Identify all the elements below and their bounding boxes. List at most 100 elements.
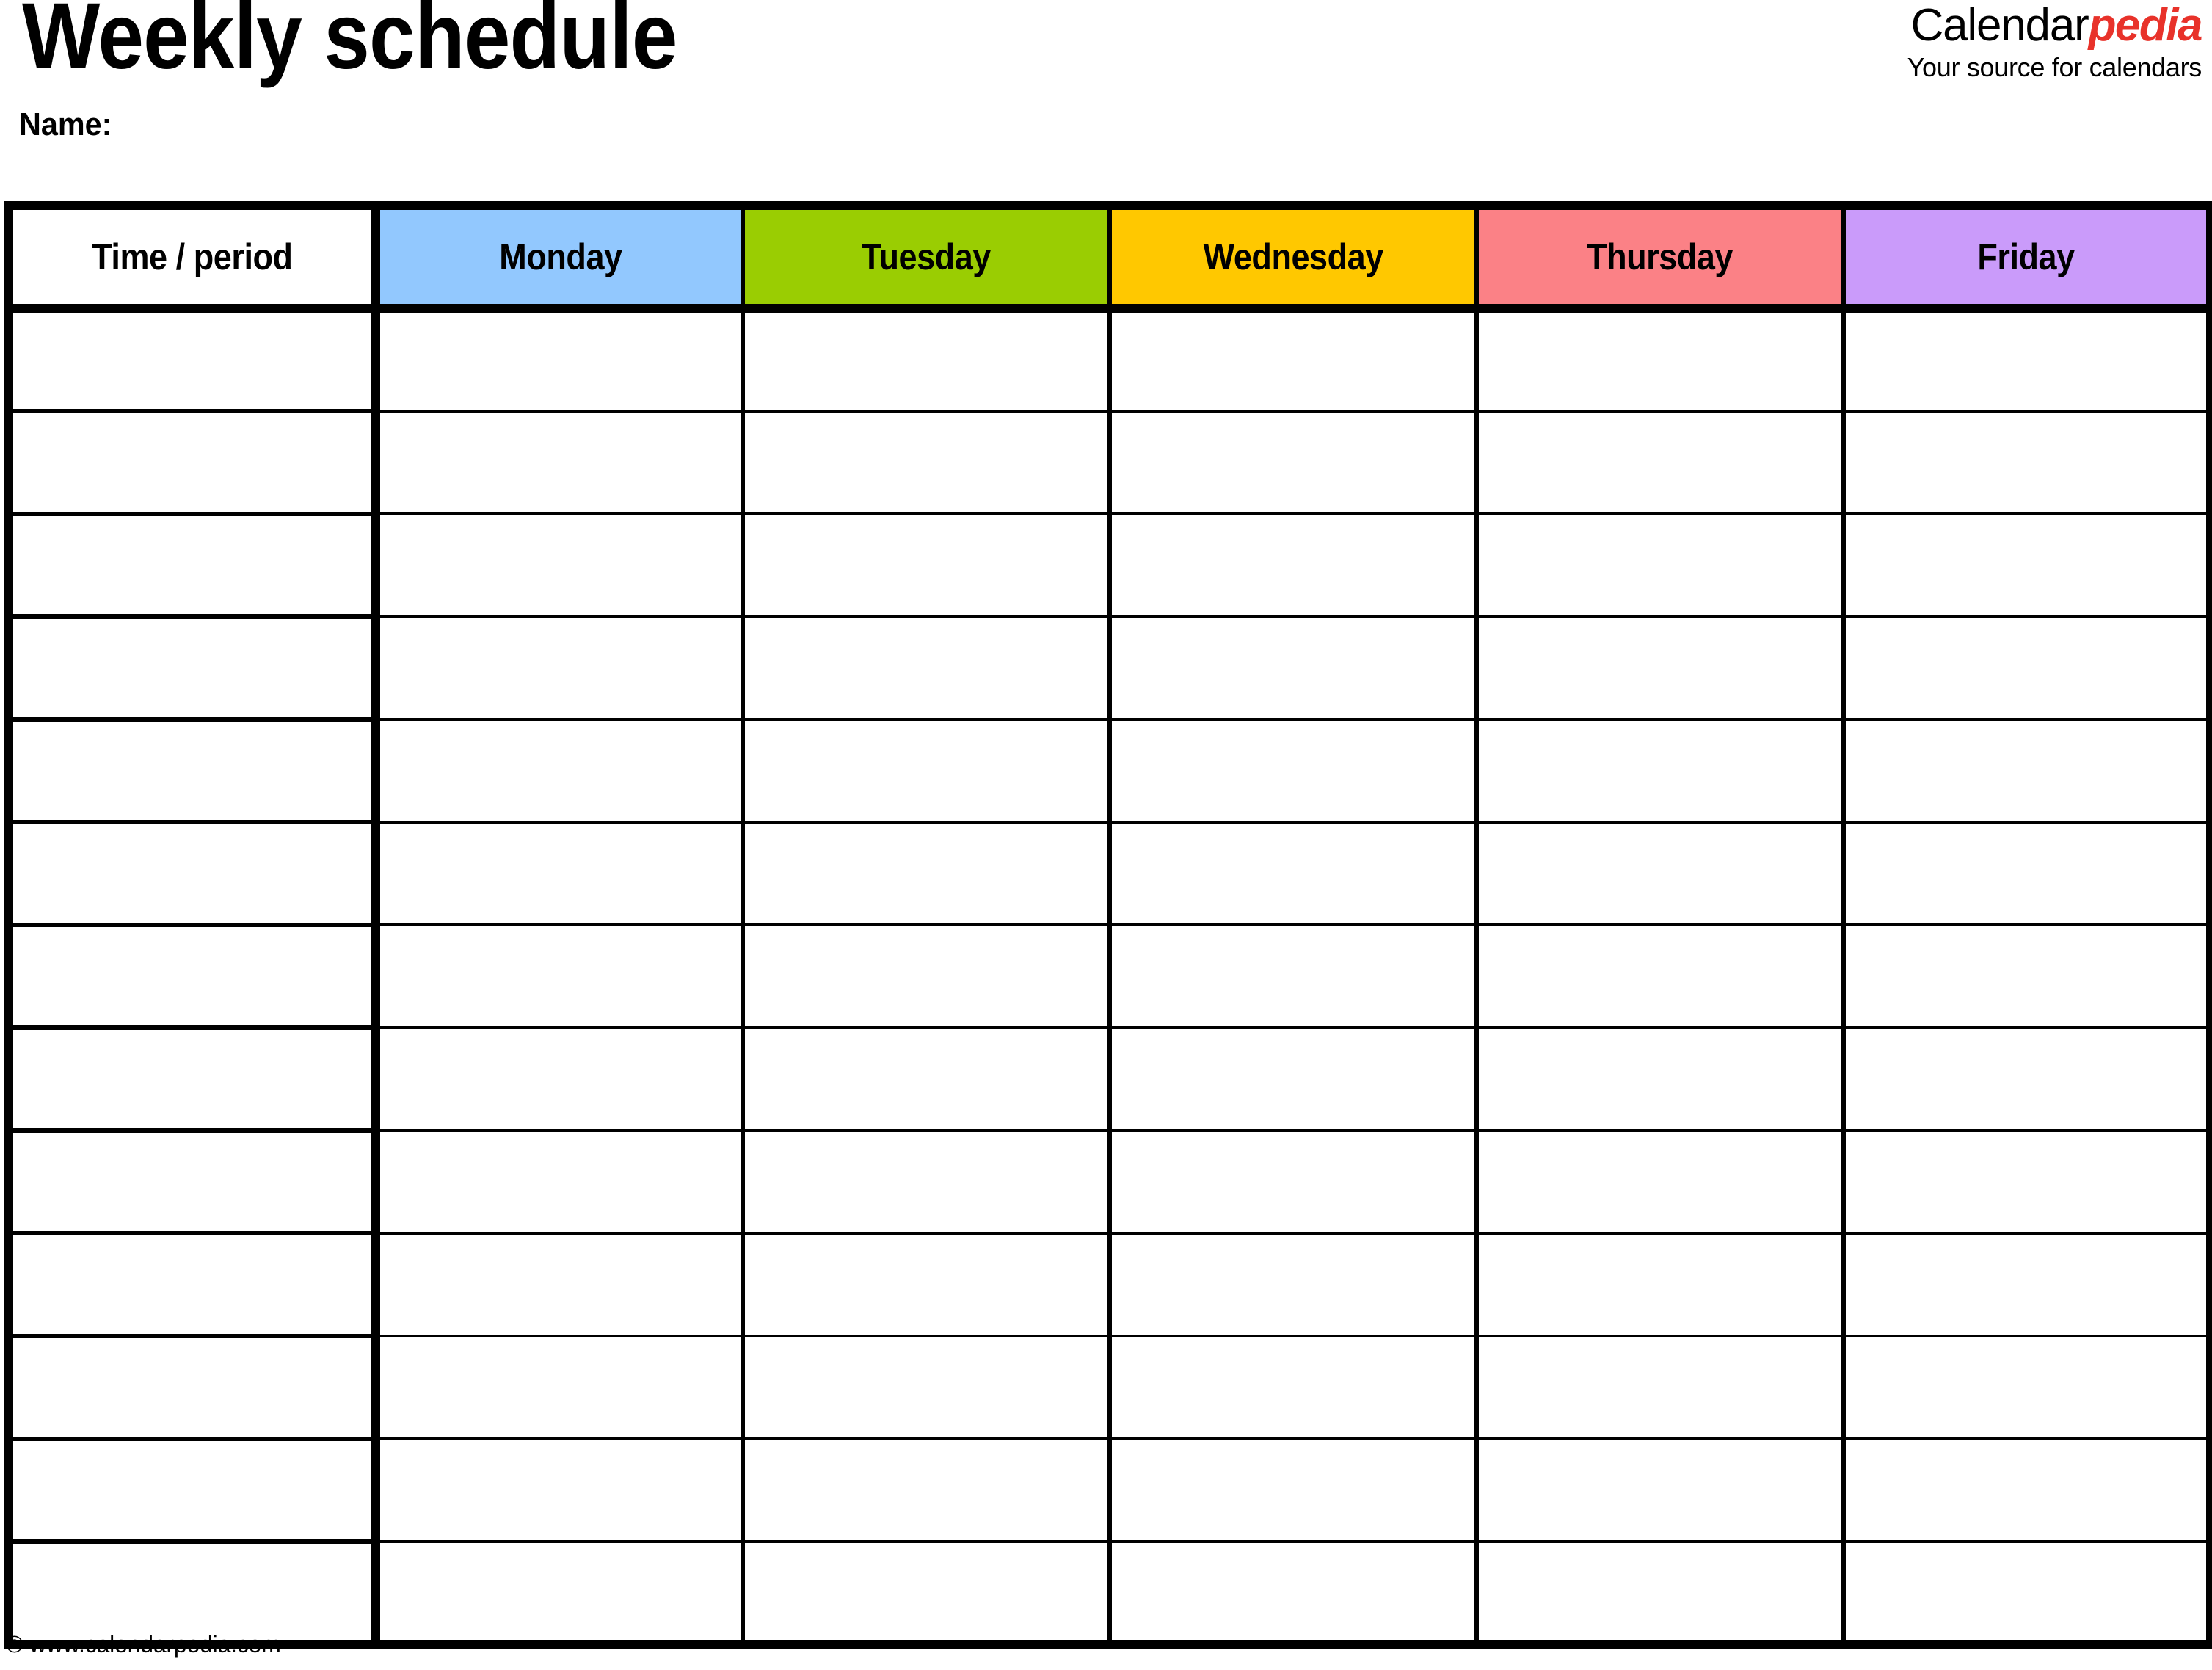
cell-friday-row-11[interactable] — [1841, 1335, 2212, 1439]
cell-thursday-row-1[interactable] — [1474, 308, 1846, 411]
column-header-wednesday: Wednesday — [1107, 201, 1479, 313]
cell-wednesday-row-9[interactable] — [1107, 1129, 1479, 1233]
cell-thursday-row-12[interactable] — [1474, 1437, 1846, 1542]
cell-tuesday-row-5[interactable] — [741, 718, 1112, 822]
cell-wednesday-row-10[interactable] — [1107, 1232, 1479, 1336]
table-row — [4, 409, 2212, 514]
table-row — [4, 1128, 2212, 1233]
cell-monday-row-13[interactable] — [374, 1540, 745, 1649]
cell-tuesday-row-1[interactable] — [741, 308, 1112, 411]
cell-friday-row-10[interactable] — [1841, 1232, 2212, 1336]
cell-wednesday-row-13[interactable] — [1107, 1540, 1479, 1649]
cell-friday-row-1[interactable] — [1841, 308, 2212, 411]
cell-tuesday-row-8[interactable] — [741, 1026, 1112, 1130]
cell-tuesday-row-11[interactable] — [741, 1335, 1112, 1439]
logo-brand-primary: Calendar — [1910, 0, 2089, 51]
cell-wednesday-row-6[interactable] — [1107, 821, 1479, 925]
cell-time-row-4[interactable] — [4, 614, 380, 719]
cell-time-row-3[interactable] — [4, 512, 380, 617]
cell-wednesday-row-12[interactable] — [1107, 1437, 1479, 1542]
cell-thursday-row-10[interactable] — [1474, 1232, 1846, 1336]
cell-monday-row-6[interactable] — [374, 821, 745, 925]
cell-thursday-row-3[interactable] — [1474, 512, 1846, 617]
cell-monday-row-7[interactable] — [374, 923, 745, 1028]
cell-time-row-12[interactable] — [4, 1437, 380, 1542]
cell-monday-row-5[interactable] — [374, 718, 745, 822]
cell-thursday-row-7[interactable] — [1474, 923, 1846, 1028]
cell-friday-row-7[interactable] — [1841, 923, 2212, 1028]
cell-thursday-row-2[interactable] — [1474, 410, 1846, 514]
cell-time-row-8[interactable] — [4, 1025, 380, 1130]
cell-tuesday-row-2[interactable] — [741, 410, 1112, 514]
cell-tuesday-row-10[interactable] — [741, 1232, 1112, 1336]
cell-friday-row-3[interactable] — [1841, 512, 2212, 617]
cell-friday-row-2[interactable] — [1841, 410, 2212, 514]
cell-time-row-7[interactable] — [4, 923, 380, 1028]
cell-monday-row-2[interactable] — [374, 410, 745, 514]
table-row — [4, 1231, 2212, 1336]
cell-friday-row-9[interactable] — [1841, 1129, 2212, 1233]
cell-tuesday-row-12[interactable] — [741, 1437, 1112, 1542]
column-header-label: Monday — [498, 236, 622, 277]
cell-thursday-row-5[interactable] — [1474, 718, 1846, 822]
cell-time-row-10[interactable] — [4, 1231, 380, 1336]
cell-wednesday-row-11[interactable] — [1107, 1335, 1479, 1439]
cell-time-row-6[interactable] — [4, 820, 380, 925]
cell-tuesday-row-7[interactable] — [741, 923, 1112, 1028]
cell-time-row-5[interactable] — [4, 717, 380, 822]
cell-friday-row-4[interactable] — [1841, 615, 2212, 719]
table-header-row: Time / period Monday Tuesday Wednesday Thurs… — [4, 201, 2212, 313]
cell-monday-row-4[interactable] — [374, 615, 745, 719]
cell-monday-row-8[interactable] — [374, 1026, 745, 1130]
cell-tuesday-row-9[interactable] — [741, 1129, 1112, 1233]
cell-friday-row-13[interactable] — [1841, 1540, 2212, 1649]
cell-time-row-11[interactable] — [4, 1334, 380, 1439]
cell-wednesday-row-8[interactable] — [1107, 1026, 1479, 1130]
cell-wednesday-row-7[interactable] — [1107, 923, 1479, 1028]
cell-time-row-9[interactable] — [4, 1128, 380, 1233]
cell-thursday-row-6[interactable] — [1474, 821, 1846, 925]
cell-wednesday-row-5[interactable] — [1107, 718, 1479, 822]
column-header-monday: Monday — [374, 201, 745, 313]
cell-thursday-row-4[interactable] — [1474, 615, 1846, 719]
cell-tuesday-row-13[interactable] — [741, 1540, 1112, 1649]
cell-monday-row-11[interactable] — [374, 1335, 745, 1439]
cell-tuesday-row-3[interactable] — [741, 512, 1112, 617]
column-header-label: Thursday — [1587, 236, 1733, 277]
cell-thursday-row-13[interactable] — [1474, 1540, 1846, 1649]
table-row — [4, 923, 2212, 1028]
column-header-label: Time / period — [92, 236, 293, 277]
page-title: Weekly schedule — [22, 0, 677, 89]
cell-friday-row-12[interactable] — [1841, 1437, 2212, 1542]
cell-monday-row-1[interactable] — [374, 308, 745, 411]
cell-thursday-row-8[interactable] — [1474, 1026, 1846, 1130]
cell-thursday-row-11[interactable] — [1474, 1335, 1846, 1439]
column-header-thursday: Thursday — [1474, 201, 1846, 313]
cell-tuesday-row-4[interactable] — [741, 615, 1112, 719]
cell-thursday-row-9[interactable] — [1474, 1129, 1846, 1233]
cell-time-row-1[interactable] — [4, 308, 380, 411]
cell-time-row-2[interactable] — [4, 409, 380, 514]
logo-brand-accent: pedia — [2088, 0, 2203, 51]
cell-monday-row-9[interactable] — [374, 1129, 745, 1233]
cell-tuesday-row-6[interactable] — [741, 821, 1112, 925]
table-row — [4, 1437, 2212, 1542]
cell-wednesday-row-1[interactable] — [1107, 308, 1479, 411]
table-row — [4, 1025, 2212, 1130]
cell-friday-row-8[interactable] — [1841, 1026, 2212, 1130]
cell-wednesday-row-2[interactable] — [1107, 410, 1479, 514]
weekly-schedule-table: Time / period Monday Tuesday Wednesday Thurs… — [4, 201, 2212, 1649]
cell-wednesday-row-3[interactable] — [1107, 512, 1479, 617]
cell-monday-row-3[interactable] — [374, 512, 745, 617]
cell-time-row-13[interactable] — [4, 1539, 380, 1649]
table-body — [4, 308, 2212, 1649]
column-header-label: Friday — [1977, 236, 2075, 277]
cell-wednesday-row-4[interactable] — [1107, 615, 1479, 719]
calendarpedia-logo: Calendarpedia Your source for calendars — [1907, 0, 2203, 82]
cell-monday-row-10[interactable] — [374, 1232, 745, 1336]
logo-tagline: Your source for calendars — [1907, 52, 2202, 82]
cell-friday-row-5[interactable] — [1841, 718, 2212, 822]
name-field-label: Name: — [19, 106, 112, 142]
cell-monday-row-12[interactable] — [374, 1437, 745, 1542]
cell-friday-row-6[interactable] — [1841, 821, 2212, 925]
